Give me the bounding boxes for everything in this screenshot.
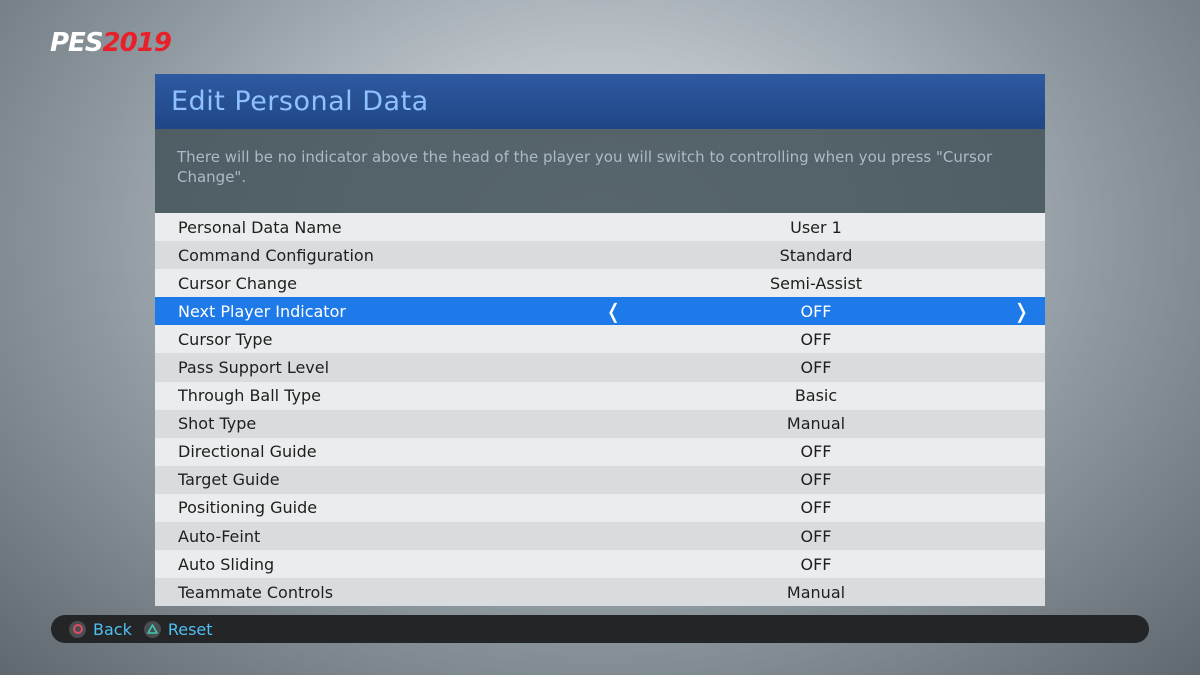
pes-2019-logo: PES2019 [50,28,172,58]
setting-label: Auto Sliding [178,554,275,574]
logo-year: 2019 [102,28,172,58]
edit-personal-data-panel: Edit Personal Data There will be no indi… [155,74,1045,607]
setting-label: Cursor Type [178,329,273,349]
button-hints-bar: Back Reset [51,615,1149,643]
setting-label: Shot Type [178,414,257,434]
setting-label: Through Ball Type [178,386,321,406]
chevron-left-icon[interactable]: ❬ [605,297,622,325]
setting-value: Semi-Assist [769,273,863,293]
back-button[interactable]: Back [69,620,132,639]
setting-label: Next Player Indicator [178,301,346,321]
settings-row[interactable]: Target Guide OFF [155,465,1045,494]
setting-description: There will be no indicator above the hea… [155,129,1045,213]
settings-row[interactable]: Cursor Change Semi-Assist [155,269,1045,298]
setting-label: Positioning Guide [178,498,318,518]
settings-row[interactable]: Auto Sliding OFF [155,550,1045,579]
settings-row[interactable]: Positioning Guide OFF [155,493,1045,523]
panel-header: Edit Personal Data [155,74,1045,129]
page-title: Edit Personal Data [171,86,429,117]
setting-label: Command Configuration [178,245,374,265]
setting-value: Manual [786,414,846,434]
settings-row[interactable]: Auto-Feint OFF [155,522,1045,551]
setting-value: OFF [800,301,832,321]
setting-label: Directional Guide [178,442,317,462]
settings-row[interactable]: Personal Data Name User 1 [155,213,1045,242]
setting-label: Auto-Feint [178,526,261,546]
setting-label: Personal Data Name [178,217,342,237]
settings-row[interactable]: Pass Support Level OFF [155,353,1045,382]
setting-value: Manual [786,582,846,602]
setting-value: OFF [800,554,832,574]
settings-list: Personal Data Name User 1 Command Configur… [155,213,1045,607]
settings-row[interactable]: Through Ball Type Basic [155,381,1045,410]
setting-value: Standard [779,245,853,265]
reset-button[interactable]: Reset [143,619,213,639]
setting-label: Teammate Controls [178,582,334,602]
setting-value: OFF [800,526,832,546]
settings-row[interactable]: Command Configuration Standard [155,241,1045,270]
logo-brand: PES [50,28,104,58]
setting-label: Cursor Change [178,273,297,293]
setting-label: Pass Support Level [178,358,330,378]
triangle-button-icon [143,620,161,638]
back-label: Back [93,619,132,639]
setting-value: OFF [800,358,832,378]
setting-value: OFF [800,442,832,462]
reset-label: Reset [167,619,213,639]
circle-button-icon [69,620,86,638]
setting-value: OFF [800,498,832,518]
settings-row[interactable]: Next Player Indicator OFF ❬ ❭ [155,297,1045,326]
settings-row[interactable]: Teammate Controls Manual [155,578,1045,607]
settings-row[interactable]: Shot Type Manual [155,409,1045,438]
setting-value: OFF [800,470,832,490]
settings-row[interactable]: Cursor Type OFF [155,325,1045,354]
settings-row[interactable]: Directional Guide OFF [155,437,1045,466]
setting-value: User 1 [790,217,842,237]
setting-value: OFF [800,329,832,349]
setting-value: Basic [794,386,838,406]
chevron-right-icon[interactable]: ❭ [1013,297,1030,325]
setting-label: Target Guide [178,470,280,490]
